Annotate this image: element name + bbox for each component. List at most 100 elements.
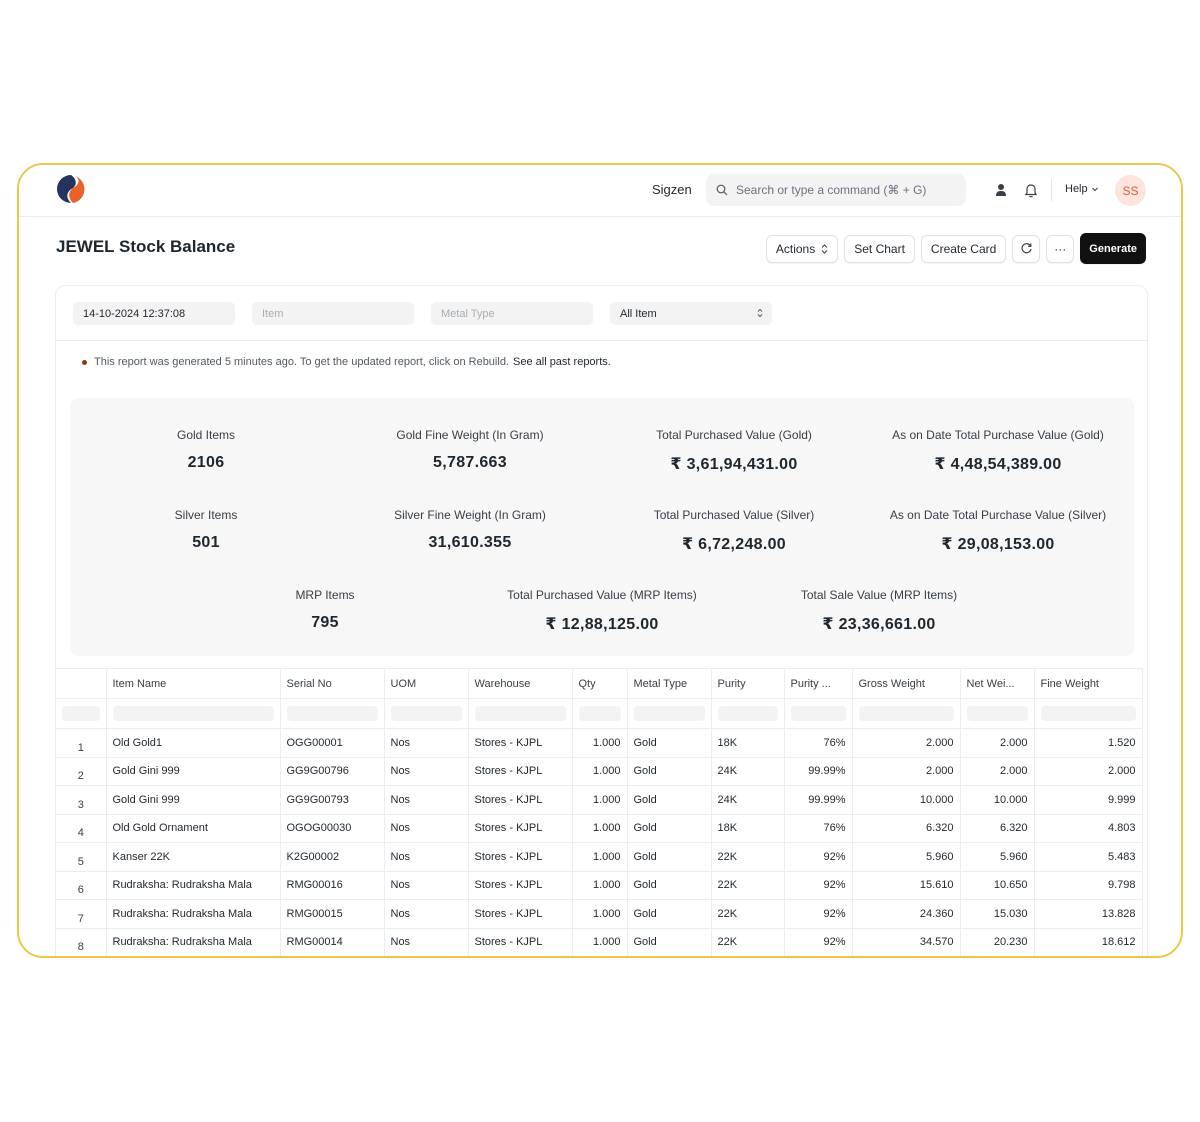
table-cell[interactable]: Nos [384, 785, 469, 815]
table-cell[interactable]: Stores - KJPL [468, 757, 573, 786]
table-cell[interactable]: Nos [384, 928, 469, 956]
brand-logo-icon[interactable] [55, 173, 87, 205]
table-cell[interactable]: 9.999 [1034, 785, 1143, 815]
table-cell[interactable]: Gold [627, 728, 712, 758]
table-cell[interactable]: Gold Gini 999 [106, 785, 281, 815]
table-cell[interactable]: Stores - KJPL [468, 871, 573, 900]
table-cell[interactable]: Gold [627, 928, 712, 956]
column-filter-cell[interactable] [572, 698, 628, 729]
table-row[interactable]: 5 Kanser 22K K2G00002 Nos Stores - KJPL 1.000… [56, 842, 1143, 872]
table-row[interactable]: 3 Gold Gini 999 GG9G00793 Nos Stores - KJPL 1… [56, 785, 1143, 815]
table-cell[interactable]: 2.000 [852, 757, 961, 786]
more-options-button[interactable]: ··· [1046, 234, 1075, 263]
column-filter-input[interactable] [286, 706, 378, 721]
column-header-net-weight[interactable]: Net Wei... [960, 668, 1035, 699]
create-card-button[interactable]: Create Card [920, 234, 1007, 263]
table-cell[interactable]: 1.000 [572, 899, 628, 929]
table-row[interactable]: 7 Rudraksha: Rudraksha Mala RMG00015 Nos Sto… [56, 899, 1143, 929]
column-filter-cell[interactable] [1034, 698, 1143, 729]
table-cell[interactable]: Rudraksha: Rudraksha Mala [106, 928, 281, 956]
table-cell[interactable]: 92% [784, 842, 853, 872]
column-filter-cell[interactable] [468, 698, 573, 729]
table-cell[interactable]: 15.610 [852, 871, 961, 900]
table-cell[interactable]: 1.000 [572, 728, 628, 758]
table-cell[interactable]: 22K [711, 842, 785, 872]
table-row[interactable]: 8 Rudraksha: Rudraksha Mala RMG00014 Nos Sto… [56, 928, 1143, 956]
table-cell[interactable]: OGOG00030 [280, 814, 385, 843]
table-cell[interactable]: 24K [711, 785, 785, 815]
column-filter-input[interactable] [474, 706, 566, 721]
table-cell[interactable]: 10.650 [960, 871, 1035, 900]
column-filter-cell[interactable] [627, 698, 712, 729]
column-filter-cell[interactable] [852, 698, 961, 729]
table-cell[interactable]: Gold [627, 814, 712, 843]
table-cell[interactable]: 99.99% [784, 785, 853, 815]
table-cell[interactable]: Stores - KJPL [468, 728, 573, 758]
table-cell[interactable]: 5.960 [960, 842, 1035, 872]
column-filter-input[interactable] [717, 706, 778, 721]
table-cell[interactable]: Stores - KJPL [468, 842, 573, 872]
table-cell[interactable]: Stores - KJPL [468, 814, 573, 843]
table-cell[interactable]: 1.000 [572, 842, 628, 872]
column-filter-cell[interactable] [56, 698, 107, 729]
column-filter-input[interactable] [390, 706, 462, 721]
date-filter[interactable]: 14-10-2024 12:37:08 [73, 302, 235, 325]
column-filter-cell[interactable] [960, 698, 1035, 729]
column-filter-cell[interactable] [106, 698, 281, 729]
user-avatar[interactable]: SS [1115, 175, 1146, 206]
item-scope-select[interactable]: All Item [610, 302, 772, 325]
help-menu[interactable]: Help [1065, 183, 1099, 195]
column-header-gross-weight[interactable]: Gross Weight [852, 668, 961, 699]
table-cell[interactable]: 6.320 [852, 814, 961, 843]
table-cell[interactable]: 18.612 [1034, 928, 1143, 956]
table-cell[interactable]: Nos [384, 814, 469, 843]
table-cell[interactable]: 10.000 [852, 785, 961, 815]
table-cell[interactable]: 18K [711, 728, 785, 758]
actions-dropdown-button[interactable]: Actions [765, 234, 839, 263]
table-cell[interactable]: 92% [784, 899, 853, 929]
table-cell[interactable]: 76% [784, 728, 853, 758]
item-filter[interactable]: Item [252, 302, 414, 325]
column-filter-input[interactable] [858, 706, 954, 721]
table-cell[interactable]: 15.030 [960, 899, 1035, 929]
table-cell[interactable]: 92% [784, 928, 853, 956]
notification-bell-icon[interactable] [1023, 182, 1039, 198]
table-cell[interactable]: 22K [711, 928, 785, 956]
table-cell[interactable]: GG9G00793 [280, 785, 385, 815]
table-cell[interactable]: Gold Gini 999 [106, 757, 281, 786]
table-cell[interactable]: 1.520 [1034, 728, 1143, 758]
table-cell[interactable]: Gold [627, 785, 712, 815]
table-cell[interactable]: 76% [784, 814, 853, 843]
table-cell[interactable]: Gold [627, 899, 712, 929]
past-reports-link[interactable]: See all past reports. [513, 356, 611, 368]
table-cell[interactable]: Nos [384, 899, 469, 929]
table-cell[interactable]: 5.960 [852, 842, 961, 872]
column-filter-cell[interactable] [384, 698, 469, 729]
table-cell[interactable]: K2G00002 [280, 842, 385, 872]
table-cell[interactable]: Old Gold Ornament [106, 814, 281, 843]
column-header-item-name[interactable]: Item Name [106, 668, 281, 699]
table-cell[interactable]: 20.230 [960, 928, 1035, 956]
column-header-metal-type[interactable]: Metal Type [627, 668, 712, 699]
table-cell[interactable]: 1.000 [572, 871, 628, 900]
table-cell[interactable]: 18K [711, 814, 785, 843]
table-cell[interactable]: Rudraksha: Rudraksha Mala [106, 899, 281, 929]
table-cell[interactable]: Gold [627, 842, 712, 872]
table-cell[interactable]: 9.798 [1034, 871, 1143, 900]
column-filter-input[interactable] [633, 706, 705, 721]
table-cell[interactable]: Stores - KJPL [468, 899, 573, 929]
column-filter-input[interactable] [1040, 706, 1136, 721]
user-icon[interactable] [993, 182, 1009, 198]
table-cell[interactable]: Nos [384, 871, 469, 900]
company-name[interactable]: Sigzen [652, 182, 692, 197]
column-header-fine-weight[interactable]: Fine Weight [1034, 668, 1143, 699]
column-header-qty[interactable]: Qty [572, 668, 628, 699]
table-cell[interactable]: 2.000 [1034, 757, 1143, 786]
column-filter-input[interactable] [790, 706, 846, 721]
table-cell[interactable]: 22K [711, 899, 785, 929]
table-cell[interactable]: GG9G00796 [280, 757, 385, 786]
search-input[interactable] [736, 183, 956, 197]
table-cell[interactable]: 2.000 [960, 757, 1035, 786]
table-row[interactable]: 4 Old Gold Ornament OGOG00030 Nos Stores - K… [56, 814, 1143, 843]
table-cell[interactable]: 4.803 [1034, 814, 1143, 843]
